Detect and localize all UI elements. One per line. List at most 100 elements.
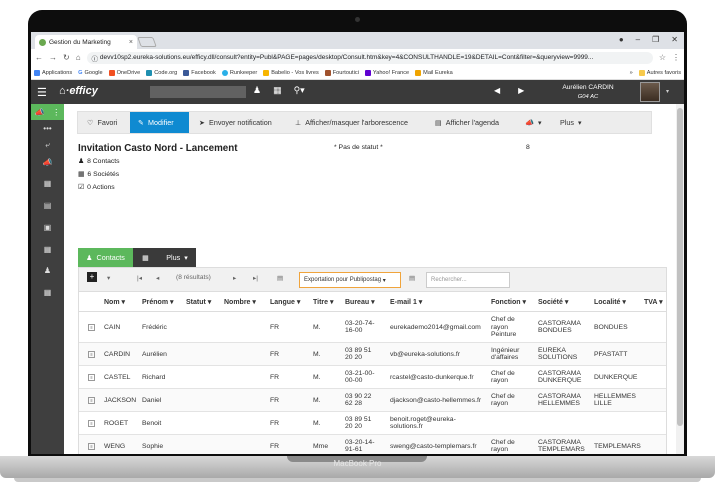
browser-tab[interactable]: Gestion du Marketing ×: [35, 35, 137, 49]
scrollbar-thumb[interactable]: [677, 108, 683, 426]
sidebar-ellipsis[interactable]: •••: [31, 124, 64, 133]
row-select-icon[interactable]: ≡: [88, 323, 95, 331]
list-icon[interactable]: ▤: [409, 274, 415, 282]
tab-contacts[interactable]: ♟ Contacts: [78, 248, 133, 267]
caret-down-icon[interactable]: ▾: [107, 274, 110, 282]
col-titre[interactable]: Titre ▾: [313, 298, 334, 306]
user-icon[interactable]: ♟: [253, 85, 261, 96]
search-icon[interactable]: ⚲▾: [294, 85, 305, 96]
close-tab-icon[interactable]: ×: [129, 39, 133, 46]
forward-icon[interactable]: →: [49, 53, 57, 62]
sidebar-item-contacts[interactable]: ♟: [31, 266, 64, 275]
reload-icon[interactable]: ↻: [63, 53, 70, 62]
cell-langue: FR: [270, 419, 280, 427]
table-row[interactable]: ≡ ROGET Benoit FR M. 03 89 51 20 20 benoit.rog…: [79, 412, 666, 435]
prev-page-icon[interactable]: ◂: [156, 274, 159, 282]
table-row[interactable]: ≡ CASTEL Richard FR M. 03-21-00- 00-00 rcastel…: [79, 366, 666, 389]
sidebar-item-table[interactable]: ▦: [31, 245, 64, 254]
envoyer-notification-button[interactable]: ➤ Envoyer notification: [199, 112, 272, 133]
sidebar-item-document[interactable]: ▤: [31, 201, 64, 210]
add-button[interactable]: +: [87, 272, 97, 282]
bookmark-mail-eureka[interactable]: Mail Eureka: [415, 69, 453, 76]
table-row[interactable]: ≡ WENG Sophie FR Mme 03-20-14- 91-61 sweng@cas…: [79, 435, 666, 454]
row-select-icon[interactable]: ≡: [88, 350, 95, 358]
sidebar-item-building[interactable]: ▦: [31, 179, 64, 188]
col-email[interactable]: E-mail 1 ▾: [390, 298, 422, 306]
chevron-down-icon[interactable]: ▾: [666, 88, 669, 95]
col-tva[interactable]: TVA ▾: [644, 298, 663, 306]
row-select-icon[interactable]: ≡: [88, 396, 95, 404]
bookmark-onedrive[interactable]: OneDrive: [108, 69, 140, 76]
bookmark-facebook[interactable]: Facebook: [183, 69, 216, 76]
building-icon[interactable]: ▦: [273, 85, 282, 96]
more-vertical-icon[interactable]: ⋮: [52, 108, 60, 117]
bookmarks-more[interactable]: »: [630, 70, 633, 76]
home-icon[interactable]: ⌂: [76, 53, 81, 62]
col-localite[interactable]: Localité ▾: [594, 298, 626, 306]
sidebar-item-calendar[interactable]: ▣: [31, 223, 64, 232]
new-tab-button[interactable]: [137, 37, 157, 47]
grid-search-input[interactable]: Rechercher...: [426, 272, 510, 288]
avatar[interactable]: [640, 82, 660, 102]
modifier-button[interactable]: ✎ Modifier: [130, 112, 189, 133]
previous-icon[interactable]: ◀: [494, 86, 500, 95]
back-icon[interactable]: ←: [35, 53, 43, 62]
bookmark-autres-favoris[interactable]: Autres favoris: [638, 69, 681, 76]
bookmark-google[interactable]: G Google: [78, 70, 102, 76]
afficher-agenda-button[interactable]: ▤ Afficher l'agenda: [435, 112, 499, 133]
scrollbar[interactable]: [676, 104, 684, 454]
col-fonction[interactable]: Fonction ▾: [491, 298, 526, 306]
table-row[interactable]: ≡ JACKSON Daniel FR M. 03 90 22 62 28 djackson…: [79, 389, 666, 412]
megaphone-icon[interactable]: 📣: [35, 108, 45, 117]
row-select-icon[interactable]: ≡: [88, 373, 95, 381]
star-icon[interactable]: ☆: [659, 53, 666, 62]
plus-dropdown[interactable]: Plus ▾: [560, 112, 582, 133]
menu-icon[interactable]: ⋮: [672, 53, 680, 62]
col-bureau[interactable]: Bureau ▾: [345, 298, 375, 306]
sidebar-item-megaphone[interactable]: 📣: [31, 158, 64, 167]
minimize-button[interactable]: –: [636, 35, 640, 44]
close-window-button[interactable]: ✕: [671, 35, 678, 44]
maximize-button[interactable]: ❐: [652, 35, 659, 44]
col-nom[interactable]: Nom ▾: [104, 298, 125, 306]
tab-societes[interactable]: ▦: [133, 248, 158, 267]
col-nombre[interactable]: Nombre ▾: [224, 298, 256, 306]
bookmark-applications[interactable]: Applications: [34, 69, 72, 76]
table-row[interactable]: ≡ CARDIN Aurélien FR M. 03 89 51 20 20 vb@eure…: [79, 343, 666, 366]
export-dropdown[interactable]: Exportation pour Publipostag ▾: [299, 272, 401, 288]
megaphone-dropdown[interactable]: 📣 ▾: [525, 112, 542, 133]
afficher-arborescence-button[interactable]: ⊥ Afficher/masquer l'arborescence: [295, 112, 408, 133]
col-societe[interactable]: Société ▾: [538, 298, 568, 306]
next-icon[interactable]: ▶: [518, 86, 524, 95]
col-prenom[interactable]: Prénom ▾: [142, 298, 174, 306]
row-select-icon[interactable]: ≡: [88, 419, 95, 427]
col-langue[interactable]: Langue ▾: [270, 298, 300, 306]
bookmark-runkeeper[interactable]: Runkeeper: [221, 69, 257, 76]
row-select-icon[interactable]: ≡: [88, 442, 95, 450]
first-page-icon[interactable]: |◂: [137, 274, 142, 282]
col-statut[interactable]: Statut ▾: [186, 298, 211, 306]
url-field[interactable]: ⓘ devv10sp2.eureka-solutions.eu/efficy.d…: [86, 51, 653, 64]
societes-count[interactable]: ▦ 6 Sociétés: [78, 170, 119, 179]
bookmark-yahoo[interactable]: Yahoo! France: [364, 69, 409, 76]
last-page-icon[interactable]: ▸|: [253, 274, 258, 282]
sidebar-item-tree[interactable]: ⤶: [31, 140, 64, 150]
table-row[interactable]: ≡ CAIN Frédéric FR M. 03-20-74- 16-00 eurekade…: [79, 312, 666, 343]
user-info[interactable]: Aurélien CARDIN G04 AC: [557, 83, 619, 102]
next-page-icon[interactable]: ▸: [233, 274, 236, 282]
actions-count[interactable]: ☑ 0 Actions: [78, 183, 115, 192]
bookmark-codeorg[interactable]: Code.org: [146, 69, 177, 76]
profile-icon[interactable]: ●: [619, 35, 624, 44]
cell-fonction: Chef de rayon: [491, 438, 515, 454]
favori-button[interactable]: ♡ Favori: [87, 112, 117, 133]
columns-icon[interactable]: ▤: [277, 274, 283, 282]
hamburger-icon[interactable]: ☰: [37, 86, 47, 99]
sidebar-item-grid[interactable]: ▦: [31, 288, 64, 297]
tab-plus[interactable]: Plus ▾: [158, 248, 196, 267]
bookmark-fourtoutici[interactable]: Fourtoutici: [324, 69, 359, 76]
app-logo[interactable]: ⌂·efficy: [59, 85, 98, 97]
cell-langue: FR: [270, 396, 280, 404]
contacts-count[interactable]: ♟ 8 Contacts: [78, 157, 120, 166]
global-search-input[interactable]: [150, 86, 246, 98]
bookmark-babelio[interactable]: Babelio - Vos livres: [263, 69, 319, 76]
